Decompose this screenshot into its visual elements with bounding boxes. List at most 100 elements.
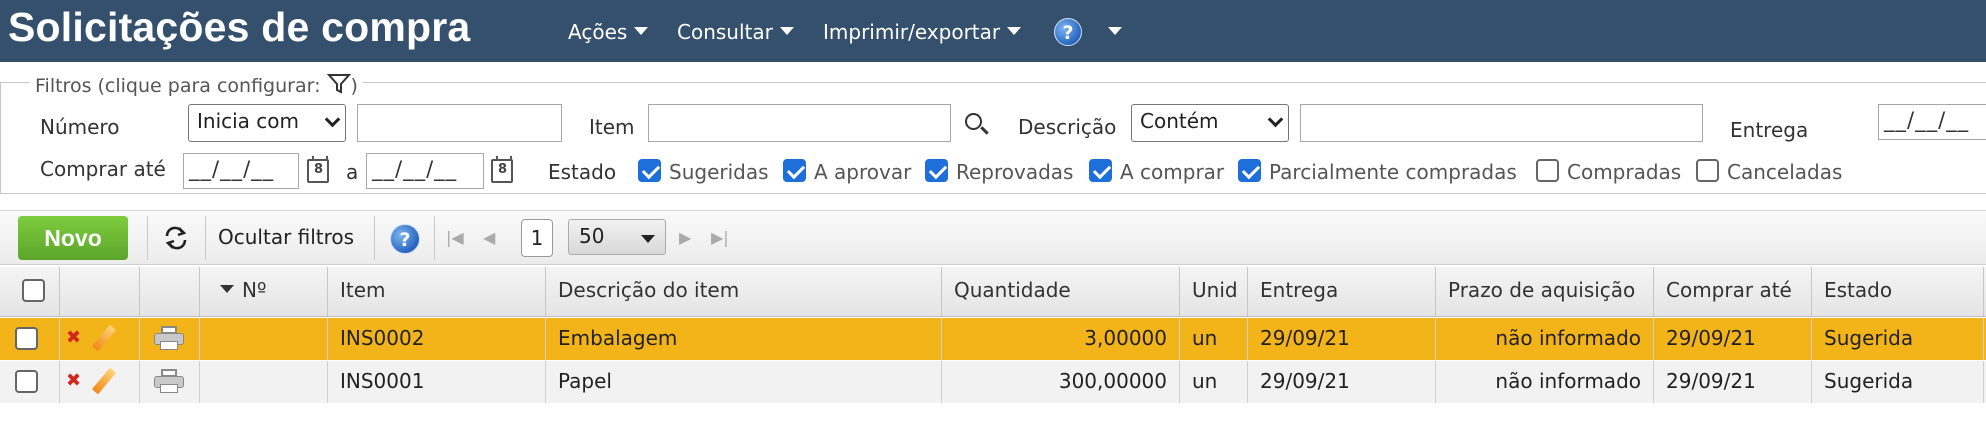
- estado-a-comprar-checkbox[interactable]: [1089, 159, 1112, 182]
- numero-mode-value: Inicia com: [197, 109, 300, 133]
- cell-estado: Sugerida: [1812, 361, 1984, 403]
- calendar-icon[interactable]: 8: [307, 156, 329, 183]
- delete-icon[interactable]: ✖: [66, 327, 81, 348]
- select-all-cell: [0, 267, 60, 317]
- cell-comprar-ate: 29/09/21: [1654, 318, 1812, 360]
- cell-unid: un: [1180, 361, 1248, 403]
- toolbar-divider: [434, 216, 435, 260]
- page-number-input[interactable]: 1: [521, 219, 553, 257]
- print-icon[interactable]: [154, 326, 184, 350]
- cell-prazo: não informado: [1436, 318, 1654, 360]
- column-header-prazo[interactable]: Prazo de aquisição: [1436, 267, 1654, 317]
- estado-a-aprovar-label: A aprovar: [814, 160, 912, 184]
- estado-reprovadas-label: Reprovadas: [956, 160, 1074, 184]
- hide-filters-button[interactable]: Ocultar filtros: [218, 225, 354, 249]
- first-page-icon[interactable]: |◀: [446, 228, 464, 247]
- column-header-numero-label: Nº: [242, 278, 267, 302]
- column-header-estado[interactable]: Estado: [1812, 267, 1984, 317]
- help-menu-toggle[interactable]: [1101, 20, 1122, 44]
- item-input[interactable]: [648, 104, 951, 142]
- estado-sugeridas-label: Sugeridas: [669, 160, 769, 184]
- cell-descricao: Embalagem: [546, 318, 942, 360]
- chevron-down-icon: [1267, 111, 1284, 128]
- cell-comprar-ate: 29/09/21: [1654, 361, 1812, 403]
- refresh-icon[interactable]: [161, 224, 191, 252]
- table-row[interactable]: ✖ INS0002 Embalagem 3,00000 un 29/09/21 …: [0, 318, 1986, 360]
- grid-header: Nº Item Descrição do item Quantidade Uni…: [0, 267, 1986, 317]
- comprar-ate-from-input[interactable]: __/__/__: [183, 153, 299, 189]
- range-separator: a: [346, 160, 359, 184]
- descricao-label: Descrição: [1018, 115, 1117, 139]
- chevron-down-icon: [641, 235, 655, 243]
- calendar-icon[interactable]: 8: [491, 156, 513, 183]
- print-icon[interactable]: [154, 369, 184, 393]
- descricao-mode-select[interactable]: Contém: [1131, 104, 1289, 142]
- help-icon[interactable]: ?: [390, 224, 420, 254]
- toolbar-divider: [147, 216, 148, 260]
- previous-page-icon[interactable]: ◀: [483, 228, 495, 247]
- chevron-down-icon: [779, 27, 794, 35]
- row-checkbox[interactable]: [15, 370, 38, 393]
- new-button[interactable]: Novo: [18, 216, 128, 260]
- row-actions-cell: ✖: [60, 318, 140, 360]
- edit-icon[interactable]: [91, 324, 117, 352]
- search-icon[interactable]: [965, 113, 982, 130]
- estado-canceladas-checkbox[interactable]: [1696, 159, 1719, 182]
- page-size-select[interactable]: 50: [568, 219, 666, 255]
- filters-legend[interactable]: Filtros (clique para configurar: ): [30, 73, 363, 97]
- column-header-descricao[interactable]: Descrição do item: [546, 267, 942, 317]
- cell-quantidade: 300,00000: [942, 361, 1180, 403]
- estado-compradas-checkbox[interactable]: [1536, 159, 1559, 182]
- column-header-quantidade[interactable]: Quantidade: [942, 267, 1180, 317]
- comprar-ate-to-input[interactable]: __/__/__: [366, 153, 484, 189]
- table-row[interactable]: ✖ INS0001 Papel 300,00000 un 29/09/21 nã…: [0, 361, 1986, 403]
- menu-consultar-label: Consultar: [677, 20, 773, 44]
- column-header-item[interactable]: Item: [328, 267, 546, 317]
- last-page-icon[interactable]: ▶|: [711, 228, 729, 247]
- chevron-down-icon: [1007, 27, 1022, 35]
- menu-consultar[interactable]: Consultar: [677, 20, 794, 44]
- numero-input[interactable]: [357, 104, 562, 142]
- estado-parcialmente-compradas-checkbox[interactable]: [1238, 159, 1261, 182]
- filters-legend-label: Filtros (clique para configurar:: [35, 75, 321, 97]
- toolbar-divider: [374, 216, 375, 260]
- estado-parcialmente-compradas-label: Parcialmente compradas: [1269, 160, 1517, 184]
- select-all-checkbox[interactable]: [22, 279, 45, 302]
- cell-item: INS0001: [328, 361, 546, 403]
- next-page-icon[interactable]: ▶: [679, 228, 691, 247]
- toolbar-divider: [205, 216, 206, 260]
- page-title: Solicitações de compra: [8, 4, 471, 50]
- column-header-numero[interactable]: Nº: [200, 267, 328, 317]
- numero-mode-select[interactable]: Inicia com: [188, 104, 346, 142]
- estado-reprovadas-checkbox[interactable]: [925, 159, 948, 182]
- estado-sugeridas-checkbox[interactable]: [638, 159, 661, 182]
- delete-icon[interactable]: ✖: [66, 370, 81, 391]
- column-header-entrega[interactable]: Entrega: [1248, 267, 1436, 317]
- chevron-down-icon: [634, 27, 649, 35]
- chevron-down-icon: [1108, 27, 1122, 35]
- column-header-comprar-ate[interactable]: Comprar até: [1654, 267, 1812, 317]
- actions-header: [60, 267, 140, 317]
- entrega-date-input[interactable]: __/__/__: [1878, 104, 1986, 140]
- cell-numero: [200, 318, 328, 360]
- filters-legend-close: ): [350, 75, 358, 97]
- estado-a-aprovar-checkbox[interactable]: [783, 159, 806, 182]
- menu-imprimir-exportar[interactable]: Imprimir/exportar: [823, 20, 1022, 44]
- descricao-input[interactable]: [1300, 104, 1703, 142]
- column-header-unid[interactable]: Unid: [1180, 267, 1248, 317]
- help-icon[interactable]: ?: [1054, 18, 1082, 46]
- edit-icon[interactable]: [91, 367, 117, 395]
- filter-icon[interactable]: [326, 73, 351, 95]
- cell-item: INS0002: [328, 318, 546, 360]
- menu-acoes[interactable]: Ações: [568, 20, 649, 44]
- row-checkbox[interactable]: [15, 327, 38, 350]
- estado-a-comprar-label: A comprar: [1120, 160, 1225, 184]
- cell-estado: Sugerida: [1812, 318, 1984, 360]
- cell-unid: un: [1180, 318, 1248, 360]
- row-select-cell: [0, 361, 60, 403]
- chevron-down-icon: [324, 111, 341, 128]
- cell-numero: [200, 361, 328, 403]
- print-header: [140, 267, 200, 317]
- page-size-value: 50: [579, 224, 605, 248]
- estado-canceladas-label: Canceladas: [1727, 160, 1843, 184]
